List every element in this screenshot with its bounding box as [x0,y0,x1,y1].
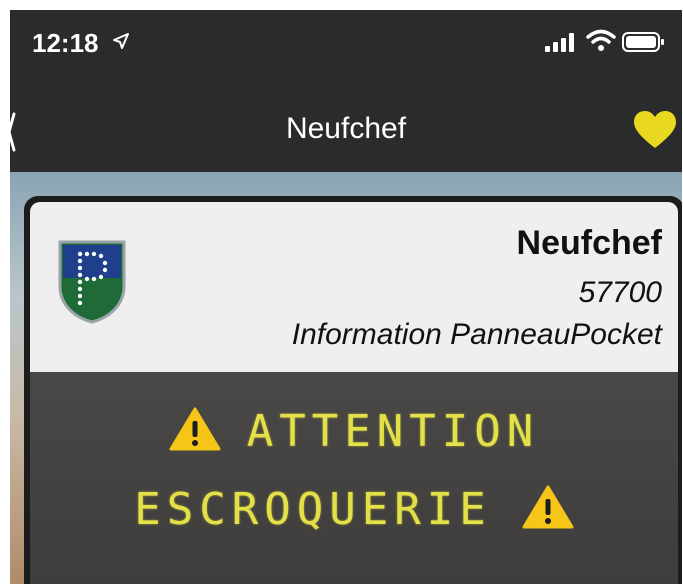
panel-header: Neufchef 57700 Information PanneauPocket [30,202,678,372]
warning-triangle-icon [169,407,221,451]
status-bar: 12:18 [10,10,682,80]
nav-title: Neufchef [285,112,407,145]
wifi-icon [586,29,616,51]
battery-icon [622,32,664,52]
panel-title: Neufchef [516,224,662,262]
info-panel: Neufchef 57700 Information PanneauPocket… [24,196,682,584]
message-line-1: ATTENTION [30,406,678,457]
message-line-1-text: ATTENTION [246,406,540,457]
app-screen: 12:18 Neufchef Neufchef 57700 Informatio… [10,10,682,584]
panel-postcode: 57700 [578,276,662,309]
panneaupocket-shield-logo [58,240,126,324]
signal-bars-icon [545,33,574,52]
panel-subtitle: Information PanneauPocket [291,318,662,351]
message-line-2: ESCROQUERIE [30,484,678,535]
warning-triangle-icon [522,485,574,529]
status-time: 12:18 [32,28,99,58]
location-arrow-icon [113,33,129,49]
heart-icon[interactable] [632,110,678,150]
navigation-bar: Neufchef [10,80,682,172]
led-message-area: ATTENTION ESCROQUERIE [30,372,678,584]
message-line-2-text: ESCROQUERIE [134,484,492,535]
